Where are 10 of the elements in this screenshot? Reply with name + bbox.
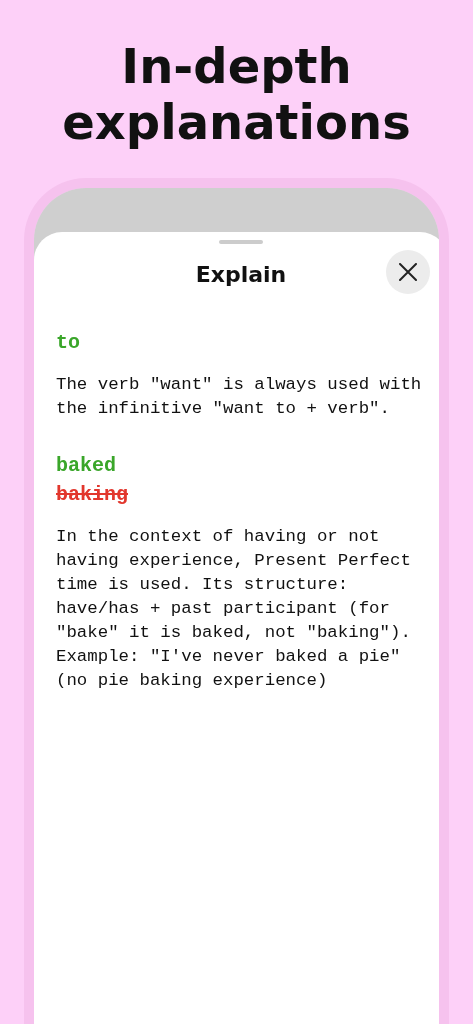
close-icon bbox=[399, 263, 417, 281]
close-button[interactable] bbox=[386, 250, 430, 294]
drag-handle[interactable] bbox=[219, 240, 263, 244]
correct-word: to bbox=[56, 330, 81, 356]
sheet-title: Explain bbox=[195, 261, 287, 287]
explanation-text: The verb "want" is always used with the infinitive "want to + verb". bbox=[56, 374, 423, 420]
headline: In-depth explanations bbox=[61, 38, 412, 152]
correct-word: baked bbox=[56, 453, 117, 479]
wrong-word: baking bbox=[56, 482, 129, 508]
explanation-text: In the context of having or not having experience, Present Perfect time is used. Its structure: have/has + past participant (for "bake" it is baked, not "baking"). Example: "I've never baked a pie" (no pie baking experience) bbox=[56, 526, 412, 692]
